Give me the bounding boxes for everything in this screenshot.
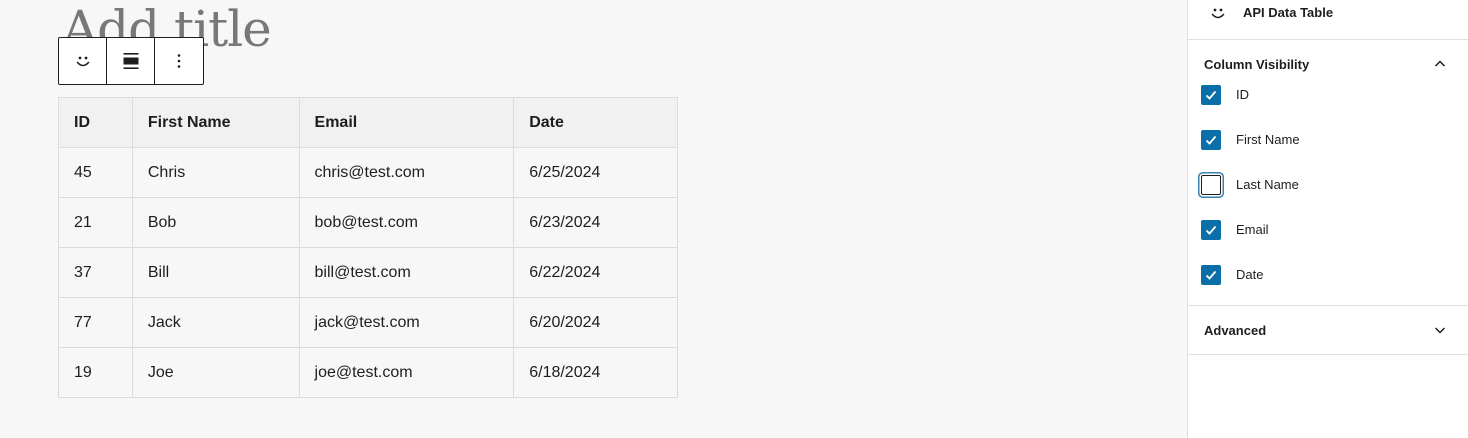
table-cell: bob@test.com xyxy=(298,197,515,248)
checkbox-date[interactable] xyxy=(1201,264,1221,285)
table-cell: 6/25/2024 xyxy=(513,147,678,198)
table-cell: 6/22/2024 xyxy=(513,247,678,298)
table-row: 77 Jack jack@test.com 6/20/2024 xyxy=(58,297,678,348)
table-row: 37 Bill bill@test.com 6/22/2024 xyxy=(58,247,678,298)
checkbox-row-id: ID xyxy=(1188,72,1468,117)
checkbox-row-date: Date xyxy=(1188,252,1468,297)
column-visibility-panel: Column Visibility ID First Name Last Nam… xyxy=(1188,40,1468,306)
table-cell: 77 xyxy=(58,297,133,348)
advanced-toggle[interactable]: Advanced xyxy=(1188,306,1468,354)
block-type-button[interactable] xyxy=(59,38,107,84)
table-cell: 6/20/2024 xyxy=(513,297,678,348)
align-icon xyxy=(123,53,138,69)
panel-title: Column Visibility xyxy=(1204,56,1310,72)
more-options-icon xyxy=(177,54,181,68)
table-cell: Jack xyxy=(131,297,300,348)
chevron-down-icon xyxy=(1434,327,1446,334)
table-cell: Bill xyxy=(131,247,300,298)
checkbox-email[interactable] xyxy=(1201,219,1221,240)
table-cell: jack@test.com xyxy=(298,297,515,348)
checkbox-label[interactable]: Date xyxy=(1236,267,1263,282)
table-cell: Bob xyxy=(131,197,300,248)
table-header-row: ID First Name Email Date xyxy=(58,97,678,148)
block-card: API Data Table xyxy=(1188,0,1468,40)
checkbox-row-email: Email xyxy=(1188,207,1468,252)
table-cell: Chris xyxy=(131,147,300,198)
table-cell: joe@test.com xyxy=(298,347,515,398)
checkbox-label[interactable]: ID xyxy=(1236,87,1249,102)
table-cell: 37 xyxy=(58,247,133,298)
checkbox-label[interactable]: Last Name xyxy=(1236,177,1299,192)
table-cell: 6/23/2024 xyxy=(513,197,678,248)
advanced-panel: Advanced xyxy=(1188,306,1468,355)
table-row: 19 Joe joe@test.com 6/18/2024 xyxy=(58,347,678,398)
checkmark-icon xyxy=(1205,135,1217,145)
settings-sidebar: API Data Table Column Visibility ID Firs… xyxy=(1187,0,1468,438)
table-cell: 45 xyxy=(58,147,133,198)
checkbox-row-first-name: First Name xyxy=(1188,117,1468,162)
api-data-table[interactable]: ID First Name Email Date 45 Chris chris@… xyxy=(58,97,678,398)
block-toolbar xyxy=(58,37,204,85)
checkbox-label[interactable]: Email xyxy=(1236,222,1269,237)
block-name: API Data Table xyxy=(1243,5,1334,20)
checkbox-row-last-name: Last Name xyxy=(1188,162,1468,207)
checkmark-icon xyxy=(1205,270,1217,280)
checkbox-last-name[interactable] xyxy=(1201,174,1221,195)
checkbox-label[interactable]: First Name xyxy=(1236,132,1300,147)
table-row: 45 Chris chris@test.com 6/25/2024 xyxy=(58,147,678,198)
chevron-up-icon xyxy=(1434,60,1446,67)
column-header: Date xyxy=(513,97,678,148)
checkmark-icon xyxy=(1205,90,1217,100)
table-cell: 21 xyxy=(58,197,133,248)
column-visibility-options: ID First Name Last Name Email Date xyxy=(1188,72,1468,305)
align-button[interactable] xyxy=(107,38,155,84)
checkbox-id[interactable] xyxy=(1201,84,1221,105)
column-header: ID xyxy=(58,97,133,148)
checkmark-icon xyxy=(1205,225,1217,235)
table-cell: 19 xyxy=(58,347,133,398)
checkbox-first-name[interactable] xyxy=(1201,129,1221,150)
more-options-button[interactable] xyxy=(155,38,203,84)
panel-title: Advanced xyxy=(1204,322,1267,338)
smiley-block-icon xyxy=(76,56,89,67)
table-cell: bill@test.com xyxy=(298,247,515,298)
table-cell: Joe xyxy=(131,347,300,398)
column-header: Email xyxy=(298,97,515,148)
table-cell: 6/18/2024 xyxy=(513,347,678,398)
table-row: 21 Bob bob@test.com 6/23/2024 xyxy=(58,197,678,248)
smiley-block-icon xyxy=(1211,8,1225,18)
column-header: First Name xyxy=(131,97,300,148)
table-cell: chris@test.com xyxy=(298,147,515,198)
editor-canvas: Add title ID First Name Email Date 45 Ch… xyxy=(0,0,1187,438)
